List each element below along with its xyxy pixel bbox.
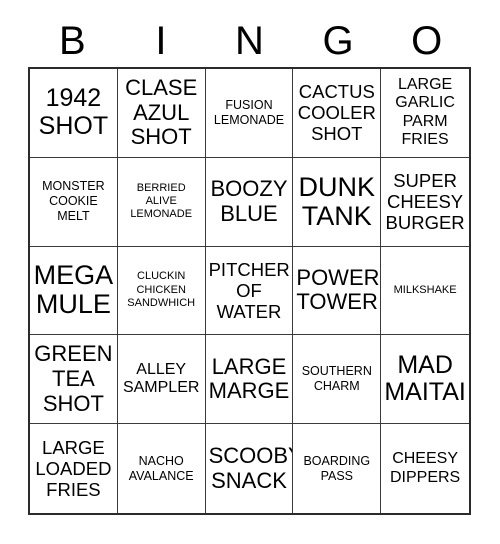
- bingo-cell-r1c3[interactable]: FUSION LEMONADE: [205, 69, 294, 158]
- bingo-cell-r2c3[interactable]: BOOZY BLUE: [205, 157, 294, 247]
- bingo-header-letter-b: B: [58, 19, 86, 63]
- bingo-cell-label: BOARDING PASS: [303, 453, 371, 483]
- bingo-cell-label: SUPER CHEESY BURGER: [385, 170, 465, 234]
- bingo-grid: 1942 SHOT CLASE AZUL SHOT FUSION LEMONADE C…: [28, 67, 471, 515]
- bingo-cell-r4c3[interactable]: LARGE MARGE: [205, 335, 294, 425]
- bingo-cell-r4c2[interactable]: ALLEY SAMPLER: [117, 335, 206, 425]
- bingo-cell-label: PITCHER OF WATER: [208, 258, 290, 323]
- bingo-cell-r5c5[interactable]: CHEESY DIPPERS: [381, 424, 469, 513]
- bingo-cell-label: FUSION LEMONADE: [213, 97, 285, 127]
- bingo-cell-label: 1942 SHOT: [38, 84, 109, 140]
- bingo-header-letter-g: G: [322, 19, 354, 63]
- bingo-cell-label: POWER TOWER: [296, 264, 380, 315]
- bingo-cell-r1c4[interactable]: CACTUS COOLER SHOT: [293, 69, 382, 158]
- bingo-cell-label: MEGA MULE: [33, 260, 114, 320]
- bingo-cell-label: BOOZY BLUE: [210, 176, 288, 226]
- bingo-cell-label: LARGE MARGE: [208, 353, 290, 404]
- bingo-cell-r2c1[interactable]: MONSTER COOKIE MELT: [30, 157, 118, 247]
- bingo-cell-label: MILKSHAKE: [393, 283, 457, 296]
- bingo-header-letter-n: N: [235, 19, 264, 63]
- bingo-cell-label: MONSTER COOKIE MELT: [42, 179, 105, 224]
- bingo-cell-r4c4[interactable]: SOUTHERN CHARM: [293, 335, 382, 425]
- bingo-cell-r5c2[interactable]: NACHO AVALANCE: [117, 424, 206, 513]
- bingo-cell-label: NACHO AVALANCE: [128, 453, 194, 483]
- bingo-cell-label: GREEN TEA SHOT: [34, 341, 113, 416]
- bingo-header-letter-o: O: [411, 19, 443, 63]
- bingo-header-letter-i: I: [155, 19, 167, 63]
- bingo-cell-r2c4[interactable]: DUNK TANK: [293, 157, 382, 247]
- bingo-cell-r3c3[interactable]: PITCHER OF WATER: [205, 246, 294, 336]
- bingo-cell-r2c2[interactable]: BERRIED ALIVE LEMONADE: [117, 157, 206, 247]
- bingo-cell-label: CHEESY DIPPERS: [389, 450, 461, 486]
- bingo-cell-label: SOUTHERN CHARM: [301, 364, 372, 394]
- bingo-cell-r5c1[interactable]: LARGE LOADED FRIES: [30, 424, 118, 513]
- bingo-card: B I N G O 1942 SHOT CLASE AZUL SHOT FUSION…: [0, 0, 500, 544]
- bingo-cell-r1c1[interactable]: 1942 SHOT: [30, 69, 118, 158]
- bingo-cell-label: LARGE GARLIC PARM FRIES: [395, 75, 455, 149]
- bingo-header-row: B I N G O: [28, 16, 471, 66]
- bingo-cell-label: CACTUS COOLER SHOT: [297, 81, 376, 145]
- bingo-cell-r2c5[interactable]: SUPER CHEESY BURGER: [381, 157, 469, 247]
- bingo-cell-label: CLASE AZUL SHOT: [125, 74, 198, 150]
- bingo-cell-label: SCOOBY SNACK: [208, 442, 294, 493]
- bingo-cell-r4c1[interactable]: GREEN TEA SHOT: [30, 335, 118, 425]
- bingo-cell-label: LARGE LOADED FRIES: [35, 436, 112, 501]
- bingo-cell-label: ALLEY SAMPLER: [122, 360, 200, 397]
- bingo-cell-r3c4[interactable]: POWER TOWER: [293, 246, 382, 336]
- bingo-cell-r1c5[interactable]: LARGE GARLIC PARM FRIES: [381, 69, 469, 158]
- bingo-cell-r3c5[interactable]: MILKSHAKE: [381, 246, 469, 336]
- bingo-cell-label: CLUCKIN CHICKEN SANDWHICH: [127, 270, 196, 310]
- bingo-cell-r5c3[interactable]: SCOOBY SNACK: [205, 424, 294, 513]
- bingo-cell-r3c1[interactable]: MEGA MULE: [30, 246, 118, 336]
- bingo-cell-r3c2[interactable]: CLUCKIN CHICKEN SANDWHICH: [117, 246, 206, 336]
- bingo-cell-label: BERRIED ALIVE LEMONADE: [130, 181, 193, 221]
- bingo-cell-label: DUNK TANK: [298, 171, 376, 231]
- bingo-cell-r1c2[interactable]: CLASE AZUL SHOT: [117, 69, 206, 158]
- bingo-cell-label: MAD MAITAI: [384, 350, 466, 407]
- bingo-cell-r4c5[interactable]: MAD MAITAI: [381, 335, 469, 425]
- bingo-cell-r5c4[interactable]: BOARDING PASS: [293, 424, 382, 513]
